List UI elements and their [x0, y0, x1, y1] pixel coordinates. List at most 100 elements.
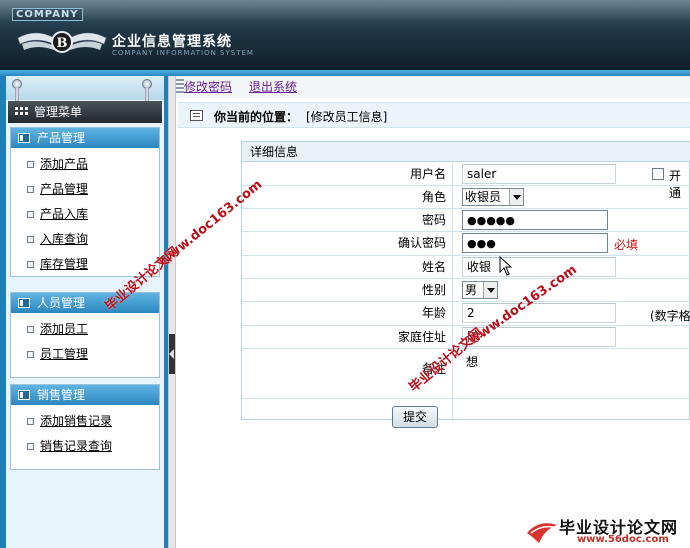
enable-checkbox[interactable] [652, 168, 664, 180]
role-select[interactable]: 收银员 [462, 188, 524, 206]
row-username: 用户名 saler 开通 [242, 163, 690, 200]
footer-url: www.56doc.com [577, 534, 669, 545]
bullet-square-icon [27, 211, 34, 218]
sidebar-item-add-product[interactable]: 添加产品 [11, 152, 159, 177]
grid-icon [15, 107, 29, 117]
svg-text:B: B [57, 36, 68, 51]
main-content: 修改密码 退出系统 你当前的位置： [修改员工信息] 详细信息 用户名 sale… [176, 76, 690, 548]
top-link-bar: 修改密码 退出系统 [176, 76, 690, 98]
required-note: 必填 [614, 238, 639, 252]
age-hint: (数字格 [650, 309, 690, 323]
breadcrumb-label: 你当前的位置： [214, 110, 299, 124]
breadcrumb-value: [修改员工信息] [306, 110, 388, 124]
sidebar-item-stock-in-query[interactable]: 入库查询 [11, 227, 159, 252]
form-title: 详细信息 [242, 142, 690, 162]
sidebar-link[interactable]: 产品入库 [40, 207, 88, 221]
collapse-arrow-icon[interactable] [169, 334, 175, 374]
password-label: 密码 [242, 209, 453, 231]
sidebar-item-employee-manage[interactable]: 员工管理 [11, 342, 159, 367]
submit-button[interactable]: 提交 [392, 406, 438, 428]
row-remark: 备注 想 [242, 349, 690, 399]
sidebar-link[interactable]: 库存管理 [40, 257, 88, 271]
group-title-staff[interactable]: 人员管理 [11, 293, 159, 313]
bullet-square-icon [27, 236, 34, 243]
group-title-label: 销售管理 [37, 388, 86, 402]
company-tag: COMPANY [12, 8, 83, 21]
row-password: 密码 ●●●●● [242, 209, 690, 232]
bullet-square-icon [27, 186, 34, 193]
sidebar-link[interactable]: 添加销售记录 [40, 414, 112, 428]
age-label: 年龄 [242, 302, 453, 325]
group-title-products[interactable]: 产品管理 [11, 128, 159, 148]
panel-icon [18, 298, 30, 308]
sidebar-item-product-stock-in[interactable]: 产品入库 [11, 202, 159, 227]
sidebar-group-products: 产品管理 添加产品 产品管理 产品入库 入库查询 库存管理 [10, 127, 160, 277]
winged-b-logo-icon: B [17, 31, 107, 53]
document-icon [190, 110, 203, 121]
confirm-password-label: 确认密码 [242, 232, 453, 255]
footer-watermark: 毕业设计论文网 www.56doc.com [517, 513, 690, 548]
menu-header: 管理菜单 [8, 101, 162, 123]
row-submit [242, 399, 690, 421]
header-shine [0, 0, 690, 22]
system-subtitle: COMPANY INFORMATION SYSTEM [112, 49, 254, 57]
name-input[interactable]: 收银 [462, 257, 616, 277]
sidebar-splitter[interactable] [168, 76, 176, 548]
password-mask: ●●●●● [467, 214, 515, 227]
menu-header-label: 管理菜单 [34, 105, 83, 119]
row-role: 角色 收银员 [242, 186, 690, 209]
username-input[interactable]: saler [462, 164, 616, 184]
sidebar-link[interactable]: 入库查询 [40, 232, 88, 246]
sidebar-item-add-sales-record[interactable]: 添加销售记录 [11, 409, 159, 434]
row-age: 年龄 2 (数字格 [242, 302, 690, 326]
mouse-cursor-icon [499, 256, 513, 276]
sidebar-link[interactable]: 添加员工 [40, 322, 88, 336]
address-label: 家庭住址 [242, 326, 453, 348]
change-password-link[interactable]: 修改密码 [184, 78, 232, 95]
app-header: COMPANY B 企业信息管理系统 COMPANY INFORMATION S… [0, 0, 690, 70]
bullet-square-icon [27, 443, 34, 450]
logout-link[interactable]: 退出系统 [249, 78, 297, 95]
confirm-password-input[interactable]: ●●● [462, 233, 608, 253]
role-select-value: 收银员 [465, 190, 502, 204]
sidebar-hook-bar [6, 76, 164, 101]
username-label: 用户名 [242, 163, 453, 185]
sidebar-link[interactable]: 产品管理 [40, 182, 88, 196]
divider-bars-icon [176, 79, 184, 95]
gender-select-value: 男 [465, 283, 478, 297]
chevron-down-icon [509, 189, 523, 205]
age-input[interactable]: 2 [462, 303, 616, 323]
sidebar-item-add-employee[interactable]: 添加员工 [11, 317, 159, 342]
remark-textarea[interactable]: 想 [466, 353, 478, 370]
row-gender: 性别 男 [242, 279, 690, 302]
panel-icon [18, 133, 30, 143]
group-title-sales[interactable]: 销售管理 [11, 385, 159, 405]
sidebar-group-sales: 销售管理 添加销售记录 销售记录查询 [10, 384, 160, 470]
bullet-square-icon [27, 418, 34, 425]
bullet-square-icon [27, 326, 34, 333]
gender-label: 性别 [242, 279, 453, 301]
pin-icon [12, 79, 22, 101]
role-label: 角色 [242, 186, 453, 208]
group-title-label: 产品管理 [37, 131, 86, 145]
sidebar-item-product-manage[interactable]: 产品管理 [11, 177, 159, 202]
sidebar-item-sales-query[interactable]: 销售记录查询 [11, 434, 159, 459]
detail-form: 详细信息 用户名 saler 开通 角色 收银员 密码 ●●●●● 确认密码 ●… [241, 141, 690, 421]
breadcrumb: 你当前的位置： [修改员工信息] [178, 102, 690, 128]
group-title-label: 人员管理 [37, 296, 86, 310]
sidebar-link[interactable]: 添加产品 [40, 157, 88, 171]
graduation-cap-icon [527, 523, 557, 543]
gender-select[interactable]: 男 [462, 281, 498, 299]
name-label: 姓名 [242, 256, 453, 278]
pin-icon [142, 79, 152, 101]
sidebar-link[interactable]: 销售记录查询 [40, 439, 112, 453]
row-confirm-password: 确认密码 ●●● 必填 [242, 232, 690, 256]
bullet-square-icon [27, 351, 34, 358]
sidebar-link[interactable]: 员工管理 [40, 347, 88, 361]
bullet-square-icon [27, 261, 34, 268]
password-input[interactable]: ●●●●● [462, 210, 608, 230]
confirm-password-mask: ●●● [467, 237, 496, 250]
sidebar-group-staff: 人员管理 添加员工 员工管理 [10, 292, 160, 378]
bullet-square-icon [27, 161, 34, 168]
row-name: 姓名 收银 [242, 256, 690, 279]
